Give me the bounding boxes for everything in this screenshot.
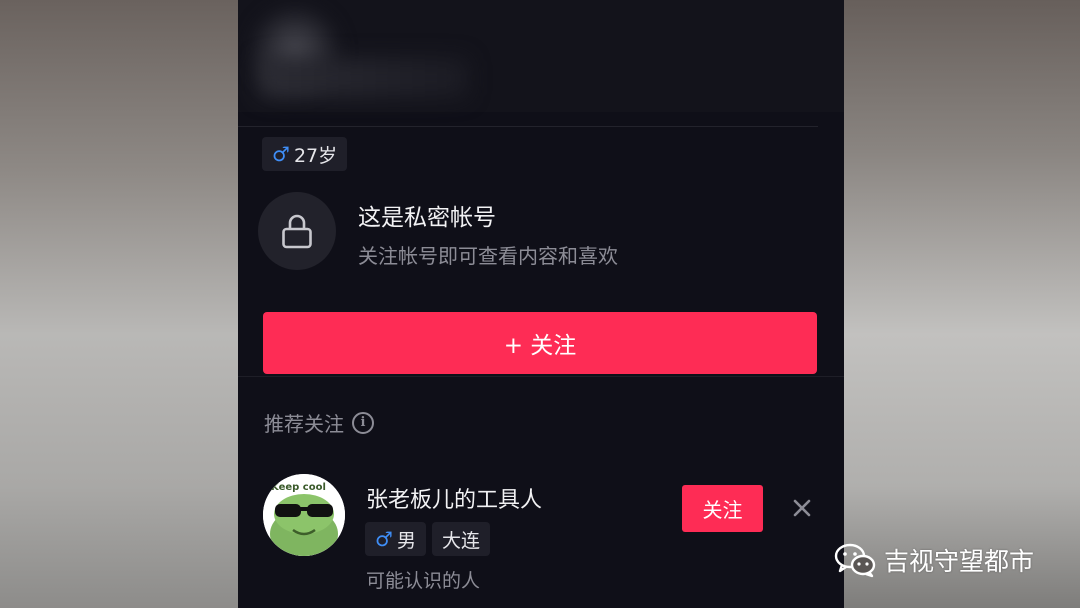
follow-user-button[interactable]: 关注 [682,485,763,532]
wechat-icon [834,543,876,578]
phone-screen: ♂ 27岁 这是私密帐号 关注帐号即可查看内容和喜欢 + 关注 推荐关注 i K… [238,0,844,608]
divider [238,376,844,377]
recommended-user-name[interactable]: 张老板儿的工具人 [366,482,542,514]
avatar-caption: Keep cool [271,482,326,493]
follow-button-label: + 关注 [503,333,577,359]
info-icon[interactable]: i [352,411,374,434]
male-icon: ♂ [375,527,393,551]
watermark: 吉视守望都市 [834,540,1034,580]
avatar[interactable]: Keep cool [263,474,345,556]
recommendation-reason: 可能认识的人 [366,570,481,592]
lock-icon [282,214,312,249]
watermark-text: 吉视守望都市 [884,547,1035,576]
age-text: 27岁 [293,144,338,167]
blurred-username [258,58,468,98]
close-icon[interactable] [790,496,814,520]
city-text: 大连 [442,529,481,552]
age-tag: ♂ 27岁 [262,137,348,171]
divider [238,126,818,127]
gender-tag: ♂ 男 [365,522,426,556]
background-right [844,0,1080,608]
follow-user-button-label: 关注 [702,498,743,522]
background-left [0,0,238,608]
private-account-subtitle: 关注帐号即可查看内容和喜欢 [358,244,618,268]
blurred-profile-header [238,0,844,112]
male-icon: ♂ [272,142,290,166]
gender-text: 男 [396,529,416,552]
frog-avatar-image: Keep cool [263,474,345,556]
recommended-header: 推荐关注 i [264,408,374,437]
lock-badge [258,192,336,270]
city-tag: 大连 [432,522,491,556]
follow-button[interactable]: + 关注 [263,312,817,374]
private-account-title: 这是私密帐号 [358,205,496,231]
recommended-header-label: 推荐关注 [264,412,344,436]
